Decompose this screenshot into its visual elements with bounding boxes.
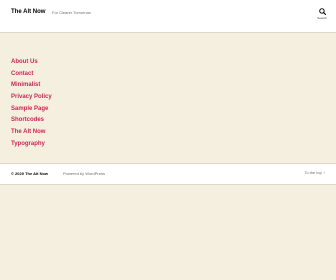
site-footer: © 2020 The Alt Now Powered by WordPress … [0,163,336,185]
menu-item-contact[interactable]: Contact [11,69,52,81]
menu-item-shortcodes[interactable]: Shortcodes [11,115,52,127]
header-divider [0,32,336,33]
menu-item-about-us[interactable]: About Us [11,57,52,69]
menu-item-privacy-policy[interactable]: Privacy Policy [11,92,52,104]
search-icon [318,8,326,15]
menu-item-typography[interactable]: Typography [11,139,52,151]
site-header: The Alt Now For Clearer Tomorrow Search [0,0,336,32]
menu-item-the-alt-now[interactable]: The Alt Now [11,127,52,139]
footer-copyright[interactable]: © 2020 The Alt Now [11,171,48,176]
site-tagline: For Clearer Tomorrow [52,10,91,15]
menu-item-minimalist[interactable]: Minimalist [11,80,52,92]
search-label: Search [317,16,327,20]
menu-item-sample-page[interactable]: Sample Page [11,104,52,116]
search-button[interactable]: Search [313,8,331,23]
footer-powered-by[interactable]: Powered by WordPress [63,171,105,176]
to-the-top-link[interactable]: To the top ↑ [304,170,325,175]
pages-menu: About Us Contact Minimalist Privacy Poli… [11,57,52,151]
site-title[interactable]: The Alt Now [11,9,45,15]
